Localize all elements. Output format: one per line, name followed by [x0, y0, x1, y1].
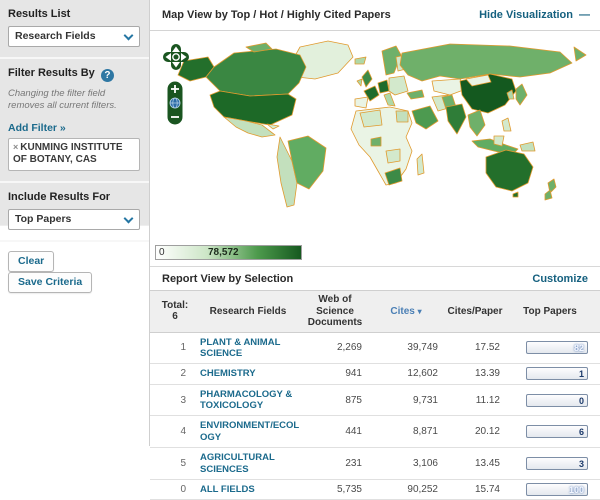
cites-value: 8,871 — [412, 426, 438, 438]
filter-by-section: Filter Results By ? Changing the filter … — [0, 59, 149, 183]
filter-by-label: Filter Results By ? — [8, 67, 141, 82]
top-papers-value: 6 — [578, 427, 584, 438]
sort-descending-icon: ▾ — [417, 306, 422, 316]
research-field-link[interactable]: PHARMACOLOGY & TOXICOLOGY — [194, 385, 302, 416]
top-papers-bar: 0 — [526, 393, 588, 407]
map-view-title: Map View by Top / Hot / Highly Cited Pap… — [162, 9, 391, 21]
research-field-link[interactable]: CHEMISTRY — [194, 364, 302, 383]
cites-per-paper-value: 15.74 — [474, 484, 500, 496]
cites-per-paper-value: 11.12 — [475, 394, 500, 406]
filter-chip[interactable]: × KUNMING INSTITUTE OF BOTANY, CAS — [13, 142, 135, 167]
map-zoom-control[interactable] — [167, 81, 183, 125]
docs-value: 2,269 — [336, 342, 362, 354]
cites-per-paper-value: 13.45 — [474, 458, 500, 470]
cites-value: 90,252 — [407, 484, 438, 496]
docs-value: 875 — [345, 394, 362, 406]
docs-value: 441 — [345, 426, 362, 438]
table-row-all-fields: 0 ALL FIELDS 5,735 90,252 15.74 100 — [150, 480, 600, 500]
cites-per-paper-value: 20.12 — [474, 426, 500, 438]
top-papers-bar: 1 — [526, 367, 588, 381]
docs-value: 941 — [345, 368, 362, 380]
active-filter-list: × KUNMING INSTITUTE OF BOTANY, CAS — [8, 137, 140, 171]
clear-button[interactable]: Clear — [8, 250, 55, 272]
filter-note: Changing the filter field removes all cu… — [8, 88, 117, 111]
docs-value: 5,735 — [336, 484, 362, 496]
cites-value: 3,106 — [412, 458, 438, 470]
minus-icon: — — [579, 9, 590, 21]
hide-visualization-link[interactable]: Hide Visualization — — [479, 9, 590, 21]
top-papers-bar: 82 — [526, 341, 588, 355]
top-papers-value: 82 — [573, 343, 584, 354]
sidebar-buttons: Clear Save Criteria — [0, 242, 149, 302]
include-results-select[interactable]: Top Papers — [8, 208, 140, 230]
top-papers-bar: 6 — [526, 425, 588, 439]
report-view-header: Report View by Selection Customize — [150, 267, 600, 290]
results-table: Total: 6 Research Fields Web of Science … — [150, 290, 600, 500]
row-rank: 1 — [180, 342, 186, 354]
cites-value: 39,749 — [407, 342, 438, 354]
remove-filter-icon[interactable]: × — [13, 142, 18, 152]
cites-value: 9,731 — [412, 394, 438, 406]
table-row: 3 PHARMACOLOGY & TOXICOLOGY 875 9,731 11… — [150, 384, 600, 417]
col-cites-sort[interactable]: Cites ▾ — [368, 303, 444, 321]
map-view-header: Map View by Top / Hot / Highly Cited Pap… — [150, 0, 600, 31]
customize-link[interactable]: Customize — [532, 273, 588, 285]
top-papers-value: 3 — [578, 459, 584, 470]
map-pan-control[interactable] — [162, 43, 190, 71]
top-papers-value: 100 — [568, 485, 584, 496]
legend-max: 78,572 — [208, 247, 239, 258]
table-row: 2 CHEMISTRY 941 12,602 13.39 1 — [150, 364, 600, 385]
add-filter-link[interactable]: Add Filter » — [8, 122, 66, 134]
table-row: 1 PLANT & ANIMAL SCIENCE 2,269 39,749 17… — [150, 332, 600, 365]
chevron-down-icon — [123, 213, 134, 224]
row-rank: 3 — [180, 394, 186, 406]
cites-value: 12,602 — [407, 368, 438, 380]
row-rank: 5 — [180, 458, 186, 470]
total-count: 6 — [172, 311, 178, 323]
legend-min: 0 — [159, 247, 165, 258]
cites-per-paper-value: 17.52 — [474, 342, 500, 354]
table-row: 4 ENVIRONMENT/ECOLOGY 441 8,871 20.12 6 — [150, 416, 600, 449]
choropleth-legend: 0 78,572 — [155, 245, 302, 260]
chevron-down-icon — [123, 30, 134, 41]
filter-chip-label: KUNMING INSTITUTE OF BOTANY, CAS — [13, 141, 123, 166]
col-wos-documents: Web of Science Documents — [307, 294, 363, 328]
row-rank: 2 — [180, 368, 186, 380]
report-view-title: Report View by Selection — [162, 273, 294, 285]
filter-sidebar: Results List Research Fields Filter Resu… — [0, 0, 149, 293]
col-research-fields: Research Fields — [209, 305, 287, 317]
world-choropleth-map[interactable] — [150, 33, 600, 239]
table-header-row: Total: 6 Research Fields Web of Science … — [150, 290, 600, 333]
top-papers-bar: 3 — [526, 457, 588, 471]
include-results-selected-value: Top Papers — [15, 212, 72, 225]
results-list-select[interactable]: Research Fields — [8, 26, 140, 47]
top-papers-value: 0 — [578, 395, 584, 406]
globe-icon — [169, 97, 181, 109]
research-field-link[interactable]: PLANT & ANIMAL SCIENCE — [194, 333, 302, 364]
top-papers-bar: 100 — [526, 483, 588, 497]
research-field-link[interactable]: ALL FIELDS — [194, 480, 302, 499]
cites-per-paper-value: 13.39 — [474, 368, 500, 380]
include-results-label: Include Results For — [8, 190, 111, 203]
row-rank: 4 — [180, 426, 186, 438]
col-cites-per-paper: Cites/Paper — [447, 305, 503, 317]
col-top-papers: Top Papers — [523, 305, 577, 317]
results-list-selected-value: Research Fields — [15, 30, 96, 42]
top-papers-value: 1 — [578, 369, 584, 380]
results-list-label: Results List — [8, 8, 71, 20]
results-list-section: Results List Research Fields — [0, 0, 149, 59]
save-criteria-button[interactable]: Save Criteria — [8, 271, 93, 293]
row-rank: 0 — [180, 484, 186, 496]
map-visualization: 0 78,572 — [150, 31, 600, 267]
table-row: 5 AGRICULTURAL SCIENCES 231 3,106 13.45 … — [150, 448, 600, 481]
docs-value: 231 — [345, 458, 362, 470]
total-header: Total: 6 — [161, 299, 189, 323]
research-field-link[interactable]: AGRICULTURAL SCIENCES — [194, 448, 302, 479]
help-icon[interactable]: ? — [100, 69, 114, 82]
main-panel: Map View by Top / Hot / Highly Cited Pap… — [149, 0, 600, 500]
research-field-link[interactable]: ENVIRONMENT/ECOLOGY — [194, 416, 302, 447]
include-results-section: Include Results For Top Papers — [0, 183, 149, 242]
